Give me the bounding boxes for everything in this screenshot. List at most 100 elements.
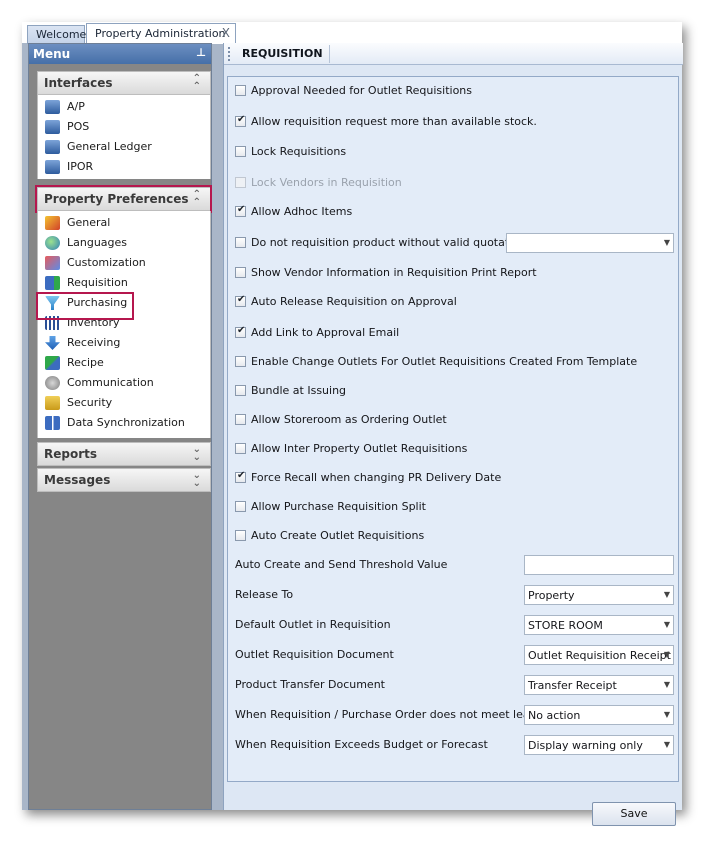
- checkbox[interactable]: [235, 470, 246, 483]
- option-enable-change-outlets[interactable]: Enable Change Outlets For Outlet Requisi…: [234, 352, 674, 372]
- tab-welcome[interactable]: Welcome: [27, 25, 86, 44]
- option-allow-more-than-stock[interactable]: Allow requisition request more than avai…: [234, 112, 674, 132]
- checkbox[interactable]: [235, 294, 246, 307]
- menu-header: Menu ⊥: [29, 44, 211, 64]
- pin-icon[interactable]: ⊥: [196, 46, 206, 59]
- caret-down-icon[interactable]: ▼: [664, 740, 670, 749]
- option-bundle-at-issuing[interactable]: Bundle at Issuing: [234, 381, 674, 401]
- option-auto-release[interactable]: Auto Release Requisition on Approval: [234, 292, 674, 312]
- globe-icon: [45, 236, 60, 250]
- checkbox[interactable]: [235, 325, 246, 338]
- group-header-messages[interactable]: Messages ⌄ ⌄: [37, 468, 211, 492]
- group-title: Interfaces: [44, 76, 113, 90]
- product-transfer-document-select[interactable]: Transfer Receipt ▼: [524, 675, 674, 695]
- checkbox[interactable]: [235, 114, 246, 127]
- field-label: When Requisition / Purchase Order does n…: [235, 708, 565, 721]
- option-force-recall[interactable]: Force Recall when changing PR Delivery D…: [234, 468, 674, 488]
- checkbox[interactable]: [235, 443, 246, 454]
- checkbox-label: Do not requisition product without valid…: [251, 236, 526, 249]
- checkbox[interactable]: [235, 501, 246, 512]
- field-label: Default Outlet in Requisition: [235, 618, 391, 631]
- sync-icon: [45, 416, 60, 430]
- sidebar-item-recipe[interactable]: Recipe: [38, 353, 210, 373]
- checkbox-label: Enable Change Outlets For Outlet Requisi…: [251, 355, 638, 368]
- sidebar-item-customization[interactable]: Customization: [38, 253, 210, 273]
- option-show-vendor-info[interactable]: Show Vendor Information in Requisition P…: [234, 263, 674, 283]
- caret-down-icon[interactable]: ▼: [664, 680, 670, 689]
- option-allow-storeroom[interactable]: Allow Storeroom as Ordering Outlet: [234, 410, 674, 430]
- sidebar-item-label: General: [67, 216, 111, 229]
- sidebar-item-requisition[interactable]: Requisition: [38, 273, 210, 293]
- checkbox[interactable]: [235, 204, 246, 217]
- chevron-down-icon[interactable]: ⌄ ⌄: [193, 445, 201, 463]
- checkbox[interactable]: [235, 414, 246, 425]
- sidebar-item-communication[interactable]: Communication: [38, 373, 210, 393]
- sidebar-item-general-ledger[interactable]: General Ledger: [38, 137, 210, 157]
- sidebar-item-label: Communication: [67, 376, 154, 389]
- group-header-reports[interactable]: Reports ⌄ ⌄: [37, 442, 211, 466]
- caret-down-icon[interactable]: ▼: [664, 620, 670, 629]
- field-label: Outlet Requisition Document: [235, 648, 394, 661]
- quotation-select[interactable]: ▼: [506, 233, 674, 253]
- default-outlet-select[interactable]: STORE ROOM ▼: [524, 615, 674, 635]
- option-add-approval-link[interactable]: Add Link to Approval Email: [234, 323, 674, 343]
- app-window: Welcome Property Administration X Menu ⊥…: [22, 22, 683, 826]
- option-inter-property[interactable]: Allow Inter Property Outlet Requisitions: [234, 439, 674, 459]
- chevron-up-icon[interactable]: ⌃ ⌃: [193, 74, 201, 92]
- group-header-interfaces[interactable]: Interfaces ⌃ ⌃: [37, 71, 211, 95]
- group-title: Messages: [44, 473, 111, 487]
- sidebar-item-pos[interactable]: POS: [38, 117, 210, 137]
- chevron-down-icon[interactable]: ⌄ ⌄: [193, 471, 201, 489]
- checkbox-label: Allow Storeroom as Ordering Outlet: [251, 413, 447, 426]
- option-auto-create-outlet[interactable]: Auto Create Outlet Requisitions: [234, 526, 674, 546]
- interface-icon: [45, 100, 60, 114]
- satellite-icon: [45, 376, 60, 390]
- sidebar-item-security[interactable]: Security: [38, 393, 210, 413]
- exceeds-budget-select[interactable]: Display warning only ▼: [524, 735, 674, 755]
- checkbox[interactable]: [235, 530, 246, 541]
- caret-down-icon[interactable]: ▼: [664, 238, 670, 247]
- menu-panel: Menu ⊥ Interfaces ⌃ ⌃ A/P POS General Led…: [28, 43, 212, 810]
- release-to-select[interactable]: Property ▼: [524, 585, 674, 605]
- save-button[interactable]: Save: [592, 802, 676, 826]
- sidebar-item-languages[interactable]: Languages: [38, 233, 210, 253]
- option-allow-pr-split[interactable]: Allow Purchase Requisition Split: [234, 497, 674, 517]
- option-lock-vendors: Lock Vendors in Requisition: [234, 173, 674, 193]
- lead-time-select[interactable]: No action ▼: [524, 705, 674, 725]
- sidebar-item-general[interactable]: General: [38, 213, 210, 233]
- sidebar-item-label: Security: [67, 396, 113, 409]
- option-lock-requisitions[interactable]: Lock Requisitions: [234, 142, 674, 162]
- caret-down-icon[interactable]: ▼: [664, 590, 670, 599]
- menu-title: Menu: [33, 47, 71, 61]
- checkbox[interactable]: [235, 146, 246, 157]
- checkbox-label: Lock Requisitions: [251, 145, 347, 158]
- field-label: When Requisition Exceeds Budget or Forec…: [235, 738, 488, 751]
- lock-icon: [45, 396, 60, 410]
- sidebar-item-receiving[interactable]: Receiving: [38, 333, 210, 353]
- tab-property-administration[interactable]: Property Administration X: [86, 23, 236, 44]
- sidebar-item-data-synchronization[interactable]: Data Synchronization: [38, 413, 210, 433]
- outlet-requisition-document-select[interactable]: Outlet Requisition Receipt ▼: [524, 645, 674, 665]
- checkbox-label: Approval Needed for Outlet Requisitions: [251, 84, 473, 97]
- checkbox-label: Lock Vendors in Requisition: [251, 176, 402, 189]
- option-allow-adhoc[interactable]: Allow Adhoc Items: [234, 202, 674, 222]
- checkbox[interactable]: [235, 267, 246, 278]
- sidebar-item-label: Languages: [67, 236, 128, 249]
- close-icon[interactable]: X: [222, 26, 230, 40]
- threshold-input[interactable]: [524, 555, 674, 575]
- checkbox[interactable]: [235, 385, 246, 396]
- sidebar-item-ap[interactable]: A/P: [38, 97, 210, 117]
- checkbox-label: Auto Create Outlet Requisitions: [251, 529, 425, 542]
- checkbox-label: Allow Purchase Requisition Split: [251, 500, 426, 513]
- checkbox[interactable]: [235, 356, 246, 367]
- caret-down-icon[interactable]: ▼: [664, 710, 670, 719]
- panel-header: REQUISITION: [224, 43, 683, 65]
- select-value: Display warning only: [528, 739, 643, 752]
- select-value: No action: [528, 709, 581, 722]
- option-approval-needed[interactable]: Approval Needed for Outlet Requisitions: [234, 81, 674, 101]
- caret-down-icon[interactable]: ▼: [664, 650, 670, 659]
- checkbox[interactable]: [235, 237, 246, 248]
- checkbox[interactable]: [235, 85, 246, 96]
- sidebar-item-ipor[interactable]: IPOR: [38, 157, 210, 177]
- sidebar-item-label: General Ledger: [67, 140, 152, 153]
